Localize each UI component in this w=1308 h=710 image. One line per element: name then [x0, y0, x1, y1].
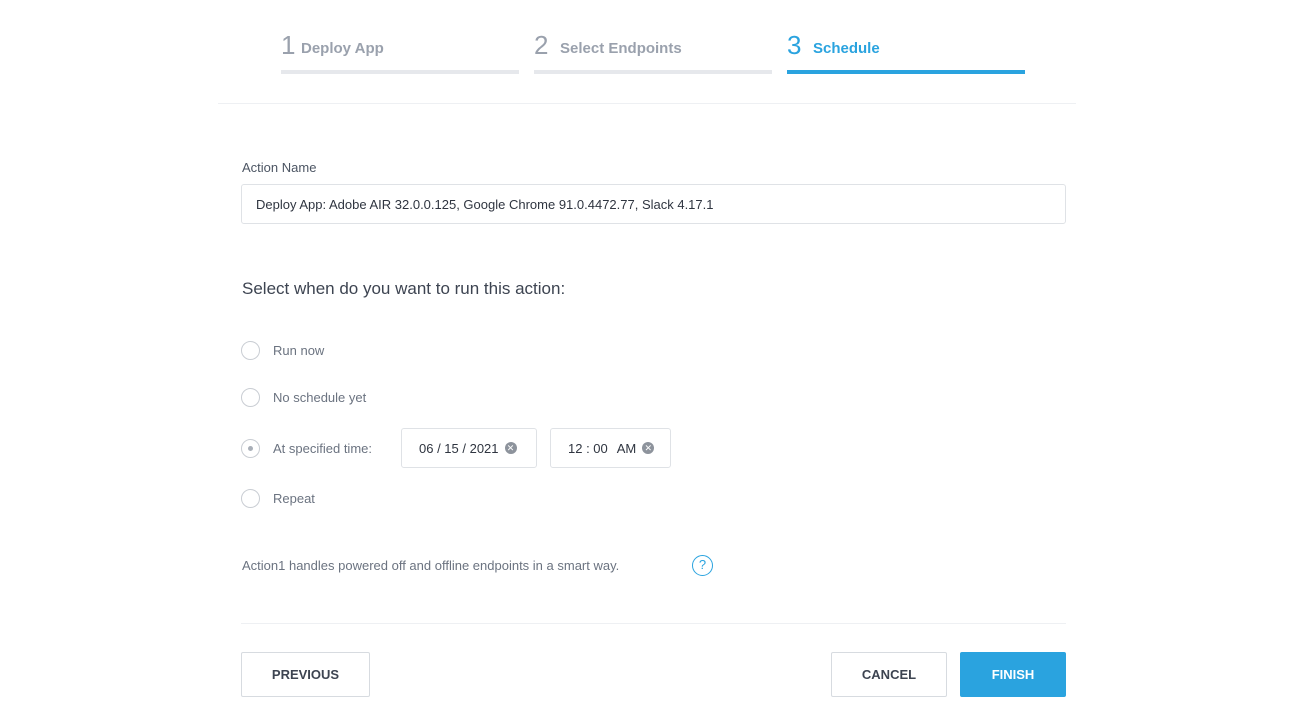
option-repeat[interactable]: Repeat [241, 488, 315, 508]
option-label: At specified time: [273, 440, 372, 456]
step-number: 2 [534, 30, 549, 60]
date-input[interactable]: 06 / 15 / 2021 ✕ [401, 428, 537, 468]
clear-date-icon[interactable]: ✕ [504, 442, 517, 454]
action-name-label: Action Name [242, 160, 317, 175]
option-specified-time[interactable]: At specified time: [241, 438, 372, 458]
wizard-stepper: 1 Deploy App 2 Select Endpoints 3 Schedu… [218, 0, 1076, 104]
finish-button[interactable]: FINISH [960, 652, 1066, 697]
cancel-button[interactable]: CANCEL [831, 652, 947, 697]
step-progress-bar [787, 70, 1025, 74]
step-select-endpoints[interactable]: 2 Select Endpoints [534, 28, 772, 76]
radio-button[interactable] [241, 340, 260, 360]
help-icon[interactable]: ? [692, 555, 713, 576]
option-label: No schedule yet [273, 389, 367, 405]
step-label: Select Endpoints [560, 40, 682, 57]
previous-button[interactable]: PREVIOUS [241, 652, 370, 697]
step-progress-bar [281, 70, 519, 74]
clear-time-icon[interactable]: ✕ [642, 442, 655, 454]
step-deploy-app[interactable]: 1 Deploy App [281, 28, 519, 76]
date-value: 06 / 15 / 2021 [419, 440, 499, 456]
step-number: 1 [281, 30, 296, 60]
action-name-input[interactable] [241, 184, 1066, 224]
radio-button[interactable] [241, 387, 260, 407]
option-label: Repeat [273, 490, 315, 506]
step-label: Deploy App [301, 40, 384, 57]
schedule-heading: Select when do you want to run this acti… [242, 279, 566, 298]
offline-hint-text: Action1 handles powered off and offline … [242, 558, 620, 573]
step-label: Schedule [813, 40, 880, 57]
time-input[interactable]: 12 : 00 AM ✕ [550, 428, 671, 468]
option-label: Run now [273, 342, 325, 358]
time-value: 12 : 00 [568, 440, 608, 456]
footer-divider [241, 623, 1066, 624]
option-run-now[interactable]: Run now [241, 340, 324, 360]
step-number: 3 [787, 30, 802, 60]
radio-button[interactable] [241, 488, 260, 508]
radio-button[interactable] [241, 438, 260, 458]
time-period: AM [616, 440, 637, 456]
step-schedule[interactable]: 3 Schedule [787, 28, 1025, 76]
option-no-schedule[interactable]: No schedule yet [241, 387, 366, 407]
step-progress-bar [534, 70, 772, 74]
